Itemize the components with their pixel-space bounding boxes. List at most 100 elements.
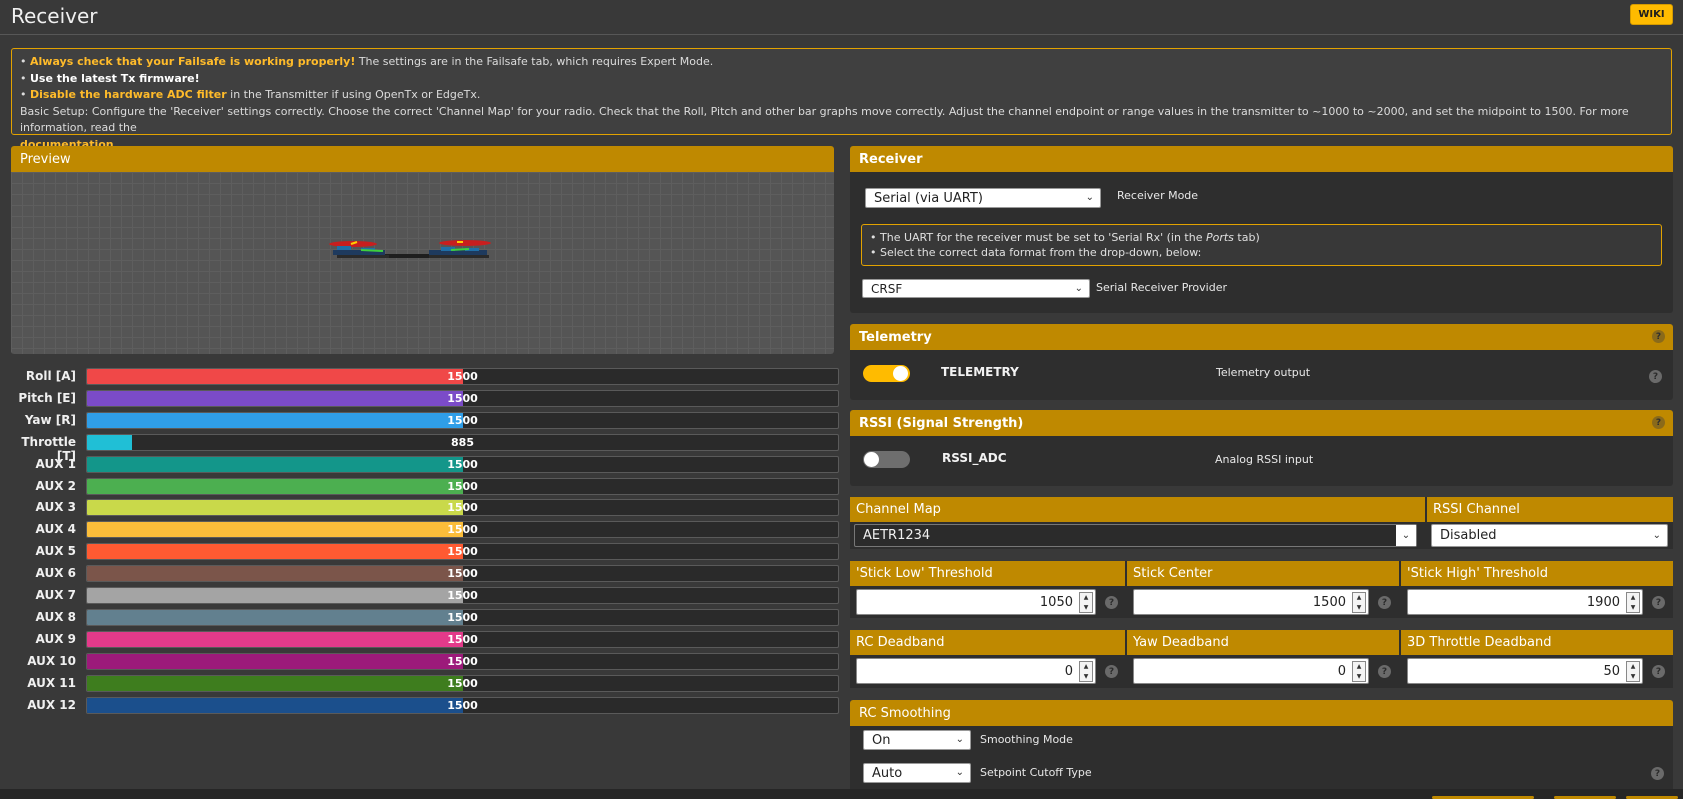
notice-line-2: • Use the latest Tx firmware! — [20, 71, 200, 85]
channel-value: 1500 — [447, 654, 478, 668]
channel-bar: 1500 — [86, 696, 839, 714]
yaw-deadband-input[interactable]: 0 ▲ ▼ — [1133, 658, 1369, 684]
smoothing-mode-label: Smoothing Mode — [980, 733, 1073, 746]
spinner-icon[interactable]: ▲ ▼ — [1626, 592, 1640, 613]
telemetry-name: TELEMETRY — [941, 365, 1019, 379]
receiver-mode-select[interactable]: Serial (via UART) ⌄ — [865, 188, 1101, 208]
rssi-adc-name: RSSI_ADC — [942, 451, 1007, 465]
deadbands-panel: RC Deadband Yaw Deadband 3D Throttle Dea… — [850, 630, 1673, 688]
channel-label: AUX 8 — [35, 609, 76, 624]
channel-label: AUX 7 — [35, 588, 76, 602]
stick-center-header: Stick Center — [1127, 561, 1399, 586]
help-icon[interactable]: ? — [1652, 665, 1665, 678]
telemetry-toggle[interactable] — [863, 365, 910, 382]
rssi-panel: RSSI (Signal Strength) ? RSSI_ADC Analog… — [850, 410, 1673, 486]
help-icon[interactable]: ? — [1649, 370, 1662, 383]
title-divider — [0, 34, 1683, 35]
channel-row: AUX 11 1500 — [5, 674, 839, 693]
receiver-note: • The UART for the receiver must be set … — [861, 224, 1662, 266]
rc-deadband-input[interactable]: 0 ▲ ▼ — [856, 658, 1096, 684]
chevron-down-icon: ⌄ — [955, 733, 964, 745]
stick-high-input[interactable]: 1900 ▲ ▼ — [1407, 589, 1643, 615]
channel-row: AUX 8 1500 — [5, 608, 839, 627]
channel-bar: 1500 — [86, 521, 839, 539]
channel-bar: 1500 — [86, 455, 839, 473]
channel-row: AUX 4 1500 — [5, 521, 839, 539]
channel-bar: 1500 — [86, 587, 839, 604]
throttle3d-deadband-input[interactable]: 50 ▲ ▼ — [1407, 658, 1643, 684]
channel-bar: 1500 — [86, 368, 839, 385]
channel-row: Pitch [E] 1500 — [5, 389, 839, 408]
help-icon[interactable]: ? — [1651, 767, 1664, 780]
receiver-mode-label: Receiver Mode — [1117, 189, 1199, 202]
chevron-down-icon[interactable]: ⌄ — [1396, 525, 1416, 546]
rssi-adc-toggle[interactable] — [863, 451, 910, 468]
preview-header: Preview — [11, 146, 834, 172]
telemetry-description: Telemetry output — [1216, 366, 1311, 379]
channel-value: 1500 — [447, 501, 478, 515]
spinner-icon[interactable]: ▲ ▼ — [1352, 661, 1366, 682]
stick-center-input[interactable]: 1500 ▲ ▼ — [1133, 589, 1369, 615]
setpoint-cutoff-select[interactable]: Auto ⌄ — [863, 763, 971, 783]
channel-row: AUX 3 1500 — [5, 499, 839, 517]
chevron-down-icon: ⌄ — [955, 766, 964, 778]
spinner-icon[interactable]: ▲ ▼ — [1079, 592, 1093, 613]
help-icon[interactable]: ? — [1378, 596, 1391, 609]
rssi-channel-select[interactable]: Disabled ⌄ — [1431, 524, 1668, 547]
rssi-header: RSSI (Signal Strength) ? — [850, 410, 1673, 436]
stick-high-header: 'Stick High' Threshold — [1401, 561, 1673, 586]
channel-label: AUX 2 — [35, 478, 76, 493]
channel-value: 885 — [451, 435, 474, 449]
model-preview-canvas[interactable] — [11, 172, 834, 354]
channel-bar: 1500 — [86, 565, 839, 583]
channel-row: AUX 7 1500 — [5, 587, 839, 605]
chevron-down-icon: ⌄ — [1074, 282, 1083, 294]
channel-label: AUX 9 — [35, 631, 76, 646]
channel-label: AUX 3 — [35, 500, 76, 515]
help-icon[interactable]: ? — [1652, 330, 1665, 343]
spinner-icon[interactable]: ▲ ▼ — [1352, 592, 1366, 613]
channel-bar: 885 — [86, 433, 839, 451]
telemetry-panel: Telemetry ? TELEMETRY Telemetry output ? — [850, 324, 1673, 400]
yaw-deadband-header: Yaw Deadband — [1127, 630, 1399, 655]
channel-row: Roll [A] 1500 — [5, 368, 839, 386]
channel-value: 1500 — [447, 457, 478, 471]
channel-map-panel: Channel Map RSSI Channel AETR1234 ⌄ Disa… — [850, 497, 1673, 549]
channel-row: AUX 1 1500 — [5, 455, 839, 474]
channel-label: AUX 10 — [27, 653, 76, 668]
channel-map-input[interactable]: AETR1234 ⌄ — [854, 524, 1417, 547]
notice-line-1: • Always check that your Failsafe is wor… — [20, 55, 714, 68]
channel-bar: 1500 — [86, 411, 839, 429]
telemetry-header: Telemetry ? — [850, 324, 1673, 350]
help-icon[interactable]: ? — [1378, 665, 1391, 678]
help-icon[interactable]: ? — [1105, 665, 1118, 678]
rssi-channel-header: RSSI Channel — [1427, 497, 1673, 522]
channel-bar: 1500 — [86, 477, 839, 495]
help-icon[interactable]: ? — [1652, 596, 1665, 609]
channel-map-header: Channel Map — [850, 497, 1425, 522]
channel-bar: 1500 — [86, 674, 839, 692]
serial-provider-select[interactable]: CRSF ⌄ — [862, 279, 1090, 298]
channel-label: AUX 4 — [35, 522, 76, 537]
help-icon[interactable]: ? — [1105, 596, 1118, 609]
toggle-knob — [893, 366, 908, 381]
channel-row: Yaw [R] 1500 — [5, 411, 839, 430]
help-icon[interactable]: ? — [1652, 416, 1665, 429]
channel-label: AUX 5 — [35, 544, 76, 559]
channel-value: 1500 — [447, 698, 478, 712]
spinner-icon[interactable]: ▲ ▼ — [1079, 661, 1093, 682]
spinner-icon[interactable]: ▲ ▼ — [1626, 661, 1640, 682]
channel-label: AUX 6 — [35, 566, 76, 581]
channel-bar: 1500 — [86, 630, 839, 648]
receiver-panel: Receiver Serial (via UART) ⌄ Receiver Mo… — [850, 146, 1673, 313]
stick-low-input[interactable]: 1050 ▲ ▼ — [856, 589, 1096, 615]
channel-value: 1500 — [447, 479, 478, 493]
channel-bar: 1500 — [86, 652, 839, 670]
smoothing-mode-select[interactable]: On ⌄ — [863, 730, 971, 750]
wiki-button[interactable]: WIKI — [1630, 4, 1673, 25]
chevron-down-icon: ⌄ — [1085, 191, 1094, 203]
page-title: Receiver — [11, 4, 98, 28]
channel-value: 1500 — [447, 545, 478, 559]
thresholds-panel: 'Stick Low' Threshold Stick Center 'Stic… — [850, 561, 1673, 618]
channel-value: 1500 — [447, 589, 478, 602]
